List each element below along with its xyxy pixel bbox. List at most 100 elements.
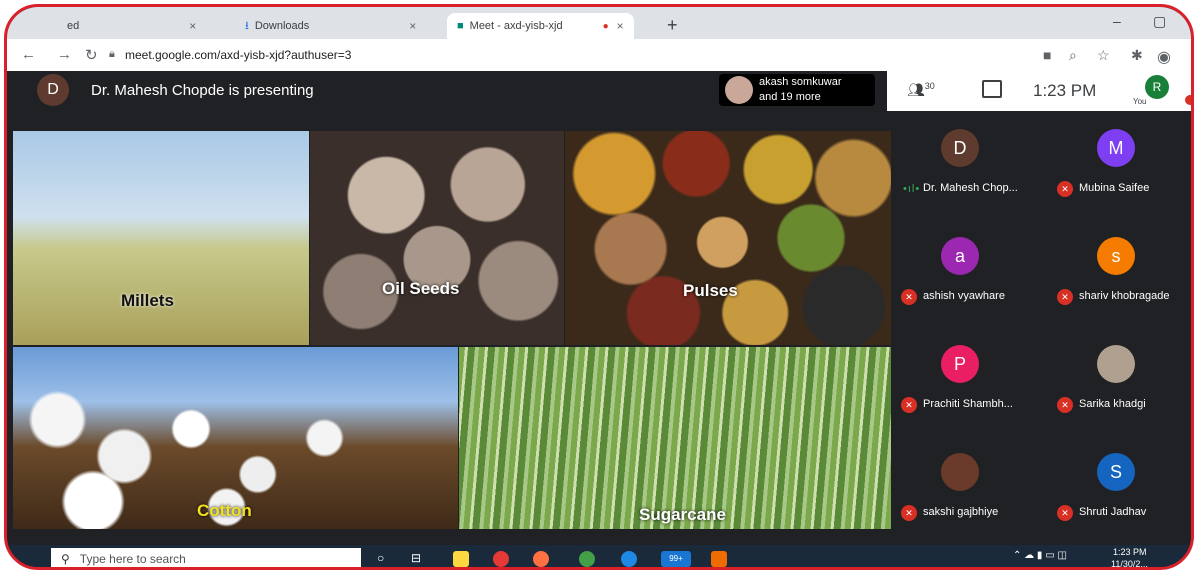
notification-dot [1185,95,1191,105]
tab-label: Downloads [254,20,310,32]
participant-tile[interactable]: ✕ Sarika khadgi [1047,327,1191,427]
taskbar-search[interactable]: ⚲ Type here to search [51,548,361,567]
avatar [725,76,753,104]
avatar: a [941,237,979,275]
oil-seeds-image: Oil Seeds [310,131,564,345]
firefox-icon[interactable] [533,551,549,567]
slide-label-millets: Millets [121,291,174,310]
slide-label-cotton: Cotton [197,501,252,520]
search-icon: ⚲ [61,552,70,566]
minimize-icon[interactable]: – [1113,13,1121,29]
zoom-icon[interactable]: ⌕ [1069,47,1077,64]
mic-off-icon: ✕ [1057,505,1073,521]
opera-icon[interactable] [493,551,509,567]
self-label: You [1133,97,1147,106]
search-placeholder: Type here to search [79,552,186,566]
address-bar: ← → ↻ 🔒︎ meet.google.com/axd-yisb-xjd?au… [7,39,1191,72]
participant-name: akash somkuwar [759,76,842,88]
participant-tile[interactable]: S ✕ Shruti Jadhav [1047,435,1191,535]
participant-name: Sarika khadgi [1079,398,1146,410]
meet-header: D Dr. Mahesh Chopde is presenting akash … [7,71,1191,111]
mic-off-icon: ✕ [901,505,917,521]
forward-icon[interactable]: → [57,46,72,63]
windows-taskbar: ⚲ Type here to search ○ ⊟ 99+ ⌃ ☁ ▮ ▭ ◫ … [7,545,1191,569]
slide-label-pulses: Pulses [683,281,738,300]
sugarcane-image: Sugarcane [459,347,893,529]
chat-icon[interactable] [982,80,1002,98]
participant-name: Dr. Mahesh Chop... [923,182,1018,194]
camera-icon[interactable]: ■ [1043,47,1051,63]
tab-label: ed [67,20,80,32]
self-avatar[interactable]: R [1145,75,1169,99]
participant-tile[interactable]: a ✕ ashish vyawhare [891,219,1041,319]
download-icon: ⭳ [245,19,249,32]
participant-name: Prachiti Shambh... [923,398,1013,410]
mail-icon[interactable]: 99+ [661,551,691,567]
participant-tile[interactable]: D •ıl• Dr. Mahesh Chop... [891,111,1041,211]
participant-name: Shruti Jadhav [1079,506,1147,518]
avatar-photo [1097,345,1135,383]
avatar-photo [941,453,979,491]
tray-date: 11/30/2... [1111,559,1148,569]
participant-name: sakshi gajbhiye [923,506,999,518]
browser-tab-bar: ed × ⭳ Downloads × ■ Meet - axd-yisb-xjd… [7,7,1191,39]
back-icon[interactable]: ← [21,46,36,63]
tab-meet[interactable]: ■ Meet - axd-yisb-xjd ● × [447,13,634,39]
participant-tile[interactable]: s ✕ shariv khobragade [1047,219,1191,319]
close-icon[interactable]: × [617,19,624,33]
people-button[interactable]: 👥︎30 [907,81,935,99]
tray-icons[interactable]: ⌃ ☁ ▮ ▭ ◫ [1013,550,1067,561]
tab-downloads[interactable]: ⭳ Downloads × [245,13,416,39]
slide-label-sugarcane: Sugarcane [639,505,726,524]
mic-off-icon: ✕ [1057,289,1073,305]
meet-icon: ■ [457,20,464,32]
edge-icon[interactable] [621,551,637,567]
participant-tile[interactable]: ✕ sakshi gajbhiye [891,435,1041,535]
mic-off-icon: ✕ [1057,397,1073,413]
close-icon[interactable]: × [409,19,416,33]
reload-icon[interactable]: ↻ [85,46,98,64]
mic-off-icon: ✕ [1057,181,1073,197]
speaking-icon: •ıl• [903,183,921,195]
participant-tile[interactable]: P ✕ Prachiti Shambh... [891,327,1041,427]
avatar: M [1097,129,1135,167]
participant-name: Mubina Saifee [1079,182,1150,194]
people-count: 30 [924,81,935,91]
lock-icon[interactable]: 🔒︎ [109,48,115,61]
new-tab-button[interactable]: + [667,15,678,36]
bookmark-star-icon[interactable]: ☆ [1097,47,1110,64]
maximize-icon[interactable]: ▢ [1153,13,1166,30]
pulses-image: Pulses [565,131,893,345]
tab-previous[interactable]: ed × [67,13,196,39]
chrome-icon[interactable] [579,551,595,567]
meeting-clock: 1:23 PM [1033,81,1097,100]
task-view-icon[interactable]: ⊟ [411,551,427,567]
office-icon[interactable] [711,551,727,567]
avatar: P [941,345,979,383]
avatar: D [941,129,979,167]
screenshot-frame: ed × ⭳ Downloads × ■ Meet - axd-yisb-xjd… [4,4,1194,570]
participant-tile[interactable]: M ✕ Mubina Saifee [1047,111,1191,211]
mic-off-icon: ✕ [901,289,917,305]
participant-name: ashish vyawhare [923,290,1005,302]
tray-time: 1:23 PM [1113,547,1147,557]
profile-icon[interactable]: ◉ [1157,47,1171,67]
more-count: and 19 more [759,91,821,103]
other-participants-chip[interactable]: akash somkuwar and 19 more [719,74,875,106]
cortana-icon[interactable]: ○ [377,551,393,567]
recording-icon: ● [602,20,609,32]
millets-image: Millets [13,131,309,345]
url-field[interactable]: meet.google.com/axd-yisb-xjd?authuser=3 [125,48,351,62]
mic-off-icon: ✕ [901,397,917,413]
participant-tiles: D •ıl• Dr. Mahesh Chop... M ✕ Mubina Sai… [891,111,1191,543]
tab-label: Meet - axd-yisb-xjd [469,20,563,32]
extensions-icon[interactable]: ✱ [1131,47,1143,64]
file-explorer-icon[interactable] [453,551,469,567]
avatar: S [1097,453,1135,491]
shared-screen: Millets Oil Seeds Pulses Cotton Sugarcan… [13,131,893,529]
meet-control-bar: 👥︎30 1:23 PM R You [887,71,1191,111]
close-icon[interactable]: × [189,19,196,33]
presenter-avatar: D [37,74,69,106]
slide-label-oil-seeds: Oil Seeds [382,279,460,298]
presenting-status: Dr. Mahesh Chopde is presenting [91,82,314,99]
